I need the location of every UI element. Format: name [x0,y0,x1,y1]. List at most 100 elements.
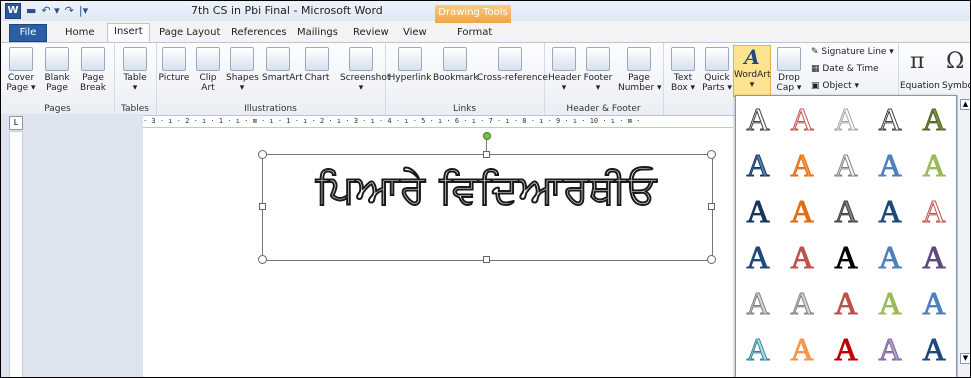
save-icon[interactable]: ▬ [26,4,36,18]
smartart-button[interactable]: SmartArt [262,47,303,83]
resize-handle-s[interactable] [483,256,490,263]
tab-view[interactable]: View [397,25,433,41]
resize-handle-n[interactable] [483,151,490,158]
wordart-icon: A [744,45,760,69]
screenshot-button[interactable]: Screenshot ▾ [340,47,390,93]
wordart-style-26[interactable]: A [740,328,776,370]
smartart-icon [266,47,290,71]
header-button[interactable]: Header ▾ [548,47,581,93]
wordart-style-3[interactable]: A [828,98,864,140]
signature-line-button[interactable]: ✎ Signature Line ▾ [811,47,894,57]
wordart-style-6[interactable]: A [740,144,776,186]
tab-home[interactable]: Home [59,25,101,41]
tab-insert[interactable]: Insert [107,23,150,43]
shapes-button[interactable]: Shapes ▾ [226,47,259,93]
drop-cap-icon [777,47,801,71]
rotation-handle[interactable] [483,132,491,140]
table-button[interactable]: Table ▾ [119,47,151,93]
wordart-style-21[interactable]: A [740,282,776,324]
hyperlink-button[interactable]: Hyperlink [387,47,433,83]
object-button[interactable]: ▣ Object ▾ [811,81,859,91]
blank-page-icon [45,47,69,71]
resize-handle-nw[interactable] [258,150,267,159]
redo-icon[interactable]: ↷ [65,4,74,18]
wordart-style-5[interactable]: A [916,98,952,140]
tab-file[interactable]: File [9,24,47,42]
wordart-style-23[interactable]: A [828,282,864,324]
drop-cap-button[interactable]: Drop Cap ▾ [773,47,805,93]
wordart-style-16[interactable]: A [740,236,776,278]
group-illustrations: Picture Clip Art Shapes ▾ SmartArt Chart… [156,43,390,115]
wordart-style-14[interactable]: A [872,190,908,232]
tab-format[interactable]: Format [451,25,498,41]
text-box-button[interactable]: Text Box ▾ [667,47,699,93]
page-break-button[interactable]: Page Break [77,47,109,93]
word-app-icon[interactable]: W [5,3,21,19]
wordart-style-9[interactable]: A [872,144,908,186]
tab-mailings[interactable]: Mailings [291,25,344,41]
tab-references[interactable]: References [225,25,293,41]
object-icon: ▣ [811,81,823,91]
resize-handle-se[interactable] [707,255,716,264]
blank-page-button[interactable]: Blank Page [41,47,73,93]
scroll-down-icon[interactable]: ▼ [960,353,970,364]
wordart-style-12[interactable]: A [784,190,820,232]
symbol-button[interactable]: Symbol [942,81,970,91]
wordart-style-27[interactable]: A [784,328,820,370]
wordart-style-7[interactable]: A [784,144,820,186]
wordart-style-17[interactable]: A [784,236,820,278]
group-header-footer: Header ▾ Footer ▾ Page Number ▾ Header &… [544,43,664,115]
vertical-ruler[interactable] [9,131,23,377]
wordart-style-11[interactable]: A [740,190,776,232]
ribbon-tabs: File Home Insert Page Layout References … [1,21,970,43]
tab-review[interactable]: Review [347,25,395,41]
wordart-text[interactable]: ਪਿਆਰੇ ਵਿਦਿਆਰਥੀਓ [262,166,711,214]
quick-parts-icon [705,47,729,71]
chart-button[interactable]: Chart [301,47,333,83]
picture-button[interactable]: Picture [158,47,190,83]
wordart-style-13[interactable]: A [828,190,864,232]
text-box-icon [671,47,695,71]
wordart-style-20[interactable]: A [916,236,952,278]
wordart-style-10[interactable]: A [916,144,952,186]
bookmark-button[interactable]: Bookmark [433,47,479,83]
horizontal-ruler[interactable]: · 3 · ı · 2 · ı · 1 · ı · ⊠ · ı · 1 · ı … [143,116,733,128]
chart-icon [305,47,329,71]
customize-icon[interactable]: |▾ [79,4,88,18]
signature-line-icon: ✎ [811,47,822,57]
gallery-scrollbar[interactable]: ▲ ▼ [957,95,970,377]
wordart-style-2[interactable]: A [784,98,820,140]
wordart-style-1[interactable]: A [740,98,776,140]
scroll-up-icon[interactable]: ▲ [960,99,970,110]
header-icon [552,47,576,71]
clip-art-button[interactable]: Clip Art [192,47,224,93]
wordart-button[interactable]: A WordArt ▾ [733,45,771,97]
wordart-style-28[interactable]: A [828,328,864,370]
clip-art-icon [196,47,220,71]
equation-button[interactable]: Equation [900,81,940,91]
quick-parts-button[interactable]: Quick Parts ▾ [701,47,733,93]
resize-handle-ne[interactable] [707,150,716,159]
tab-page-layout[interactable]: Page Layout [153,25,226,41]
group-pages: Cover Page ▾ Blank Page Page Break Pages [1,43,115,115]
wordart-style-15[interactable]: A [916,190,952,232]
wordart-style-19[interactable]: A [872,236,908,278]
date-time-button[interactable]: ▦ Date & Time [811,64,879,74]
wordart-style-24[interactable]: A [872,282,908,324]
wordart-style-18[interactable]: A [828,236,864,278]
footer-button[interactable]: Footer ▾ [582,47,614,93]
resize-handle-sw[interactable] [258,255,267,264]
cover-page-button[interactable]: Cover Page ▾ [5,47,37,93]
wordart-style-25[interactable]: A [916,282,952,324]
wordart-style-30[interactable]: A [916,328,952,370]
page-number-button[interactable]: Page Number ▾ [618,47,662,93]
wordart-style-4[interactable]: A [872,98,908,140]
tab-selector[interactable]: L [9,116,23,130]
screenshot-icon [349,47,373,71]
undo-icon[interactable]: ↶ ▾ [41,4,59,18]
wordart-style-22[interactable]: A [784,282,820,324]
wordart-style-29[interactable]: A [872,328,908,370]
wordart-style-8[interactable]: A [828,144,864,186]
cross-reference-icon [498,47,522,71]
cross-reference-button[interactable]: Cross-reference [477,47,548,83]
